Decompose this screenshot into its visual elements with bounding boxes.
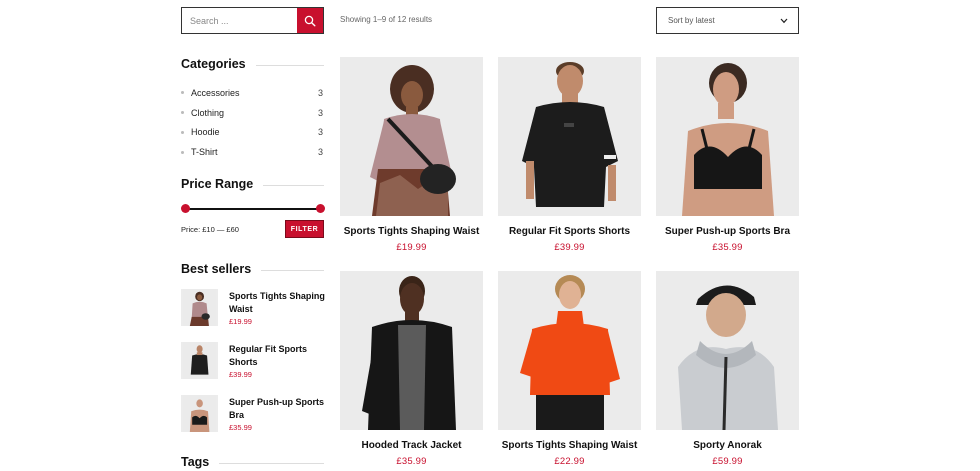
product-thumbnail[interactable] (181, 342, 218, 379)
product-price: £22.99 (554, 456, 585, 467)
best-seller-item[interactable]: Sports Tights Shaping Waist £19.99 (181, 289, 326, 326)
best-sellers-widget-title: Best sellers (181, 262, 324, 276)
best-seller-price: £19.99 (229, 317, 252, 326)
best-sellers-title: Best sellers (181, 262, 252, 276)
bullet (181, 130, 184, 134)
filter-button[interactable]: FILTER (285, 220, 324, 238)
category-count: 3 (317, 147, 323, 158)
sort-selected-value: Sort by latest (668, 16, 715, 25)
man-black-jacket-photo[interactable] (340, 271, 483, 430)
best-seller-price: £39.99 (229, 370, 252, 379)
product-card[interactable]: Sporty Anorak £59.99 (656, 271, 799, 467)
price-slider-track (185, 208, 320, 210)
category-item-t-shirt[interactable]: T-Shirt 3 (181, 142, 324, 162)
product-price: £19.99 (396, 242, 427, 253)
product-thumbnail[interactable] (181, 395, 218, 432)
product-price: £35.99 (396, 456, 427, 467)
price-range-label: Price: £10 — £60 (181, 225, 239, 234)
category-label[interactable]: Accessories (191, 88, 240, 98)
bullet (181, 91, 184, 95)
best-seller-item[interactable]: Super Push-up Sports Bra £35.99 (181, 395, 326, 432)
title-divider (263, 184, 324, 186)
best-seller-title[interactable]: Regular Fit Sports Shorts (229, 343, 326, 368)
category-label[interactable]: Hoodie (191, 127, 220, 137)
category-count: 3 (317, 107, 323, 118)
category-item-clothing[interactable]: Clothing 3 (181, 103, 324, 123)
category-count: 3 (317, 87, 323, 98)
chevron-down-icon (780, 18, 788, 23)
product-price: £35.99 (712, 242, 743, 253)
result-count: Showing 1–9 of 12 results (340, 15, 433, 24)
search-button[interactable] (297, 8, 323, 33)
woman-mauve-top-photo[interactable] (340, 57, 483, 216)
product-name[interactable]: Regular Fit Sports Shorts (498, 226, 641, 237)
product-name[interactable]: Sports Tights Shaping Waist (498, 440, 641, 451)
best-seller-price: £35.99 (229, 423, 252, 432)
woman-orange-pullover-photo[interactable] (498, 271, 641, 430)
product-card[interactable]: Sports Tights Shaping Waist £19.99 (340, 57, 483, 253)
search-box (181, 7, 324, 34)
price-slider[interactable] (180, 204, 325, 214)
bullet (181, 150, 184, 154)
tags-title: Tags (181, 455, 210, 469)
best-seller-title[interactable]: Sports Tights Shaping Waist (229, 290, 326, 315)
category-count: 3 (317, 127, 323, 138)
man-black-tee-photo[interactable] (498, 57, 641, 216)
category-list: Accessories 3 Clothing 3 Hoodie 3 T-Shirt 3 (181, 83, 324, 162)
best-seller-item[interactable]: Regular Fit Sports Shorts £39.99 (181, 342, 326, 379)
product-price: £39.99 (554, 242, 585, 253)
product-price: £59.99 (712, 456, 743, 467)
man-grey-anorak-photo[interactable] (656, 271, 799, 430)
categories-widget-title: Categories (181, 57, 324, 71)
category-label[interactable]: Clothing (191, 108, 224, 118)
price-range-widget-title: Price Range (181, 177, 324, 191)
product-card[interactable]: Super Push-up Sports Bra £35.99 (656, 57, 799, 253)
best-seller-title[interactable]: Super Push-up Sports Bra (229, 396, 326, 421)
category-item-hoodie[interactable]: Hoodie 3 (181, 123, 324, 143)
price-range-title: Price Range (181, 177, 254, 191)
category-item-accessories[interactable]: Accessories 3 (181, 83, 324, 103)
product-name[interactable]: Hooded Track Jacket (340, 440, 483, 451)
price-slider-max-handle[interactable] (315, 204, 325, 213)
tags-widget-title: Tags (181, 455, 324, 469)
title-divider (261, 269, 324, 271)
sort-select[interactable]: Sort by latest (656, 7, 799, 34)
product-card[interactable]: Regular Fit Sports Shorts £39.99 (498, 57, 641, 253)
product-card[interactable]: Sports Tights Shaping Waist £22.99 (498, 271, 641, 467)
price-slider-min-handle[interactable] (180, 204, 190, 213)
product-name[interactable]: Sporty Anorak (656, 440, 799, 451)
category-label[interactable]: T-Shirt (191, 147, 218, 157)
search-icon (304, 15, 316, 27)
search-input[interactable] (182, 8, 297, 33)
product-thumbnail[interactable] (181, 289, 218, 326)
title-divider (219, 462, 324, 464)
product-name[interactable]: Super Push-up Sports Bra (656, 226, 799, 237)
product-card[interactable]: Hooded Track Jacket £35.99 (340, 271, 483, 467)
categories-title: Categories (181, 57, 246, 71)
product-name[interactable]: Sports Tights Shaping Waist (340, 226, 483, 237)
title-divider (255, 64, 324, 66)
bullet (181, 111, 184, 115)
woman-sports-bra-photo[interactable] (656, 57, 799, 216)
